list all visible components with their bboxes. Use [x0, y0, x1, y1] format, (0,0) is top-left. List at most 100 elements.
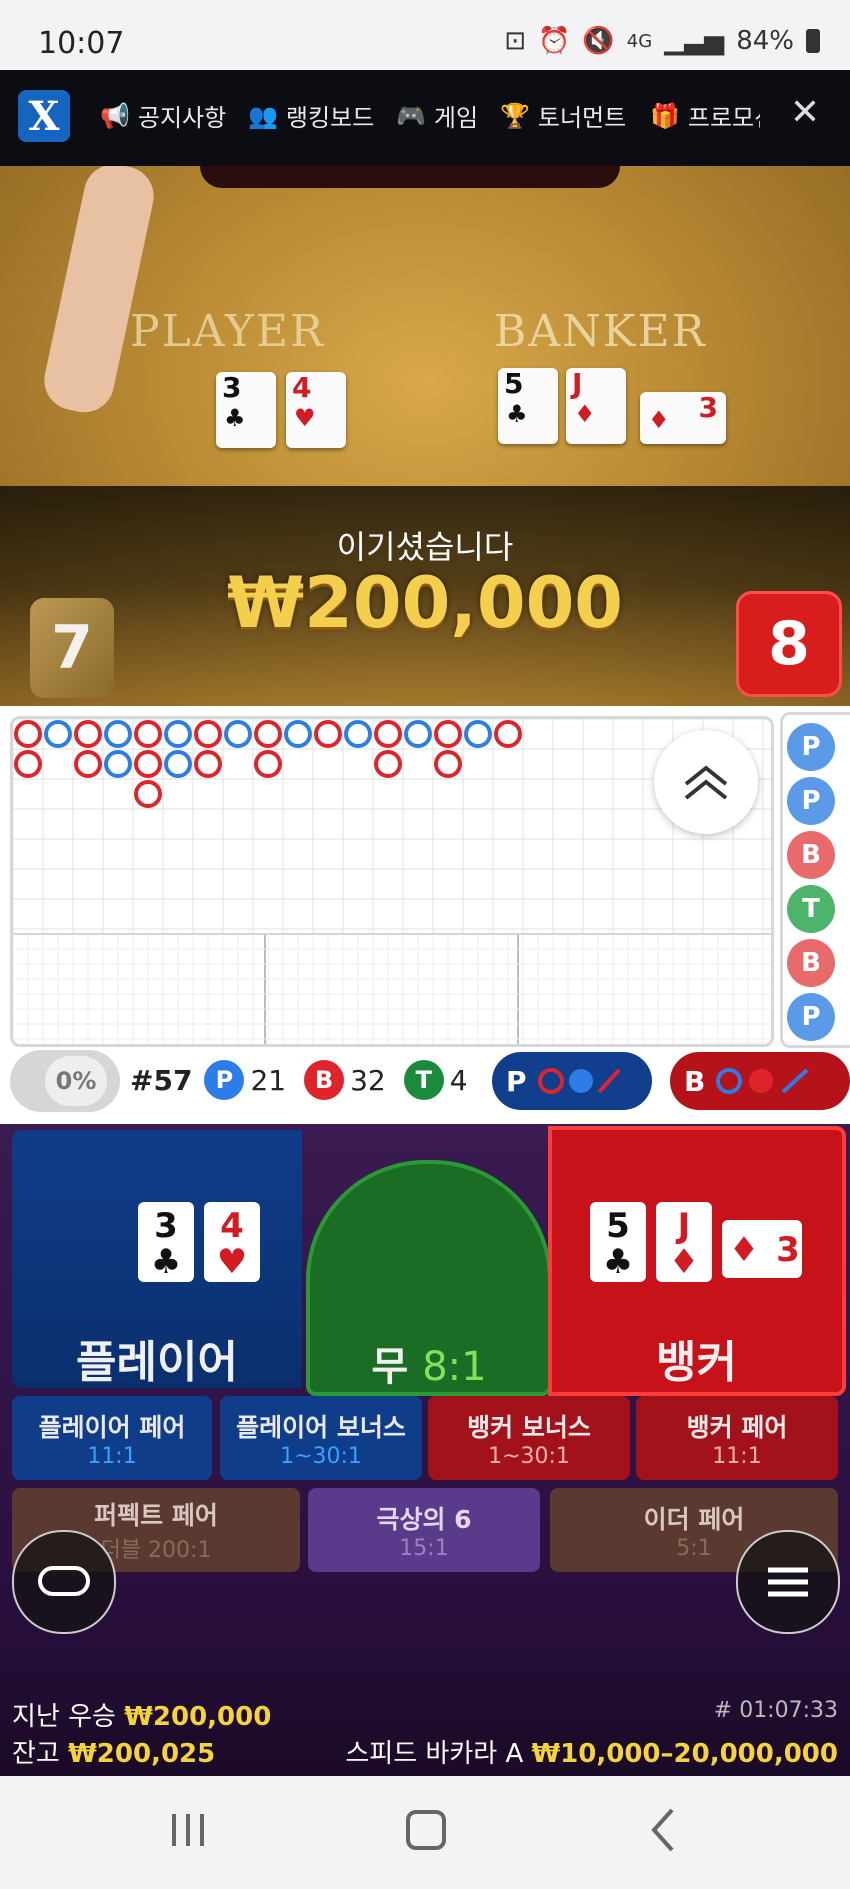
- player-bonus-bet[interactable]: 플레이어 보너스 1~30:1: [220, 1396, 422, 1480]
- app-logo[interactable]: X: [18, 90, 70, 142]
- player-count-badge: P: [204, 1060, 245, 1100]
- player-mark: [104, 720, 132, 748]
- alarm-icon: ⏰: [538, 26, 571, 56]
- player-pair-bet[interactable]: 플레이어 페어 11:1: [12, 1396, 212, 1480]
- player-mark: [284, 720, 312, 748]
- lock-icon: ⊡: [504, 26, 527, 56]
- predict-symbols-icon: [716, 1068, 809, 1094]
- player-bet-area[interactable]: 3 ♣ 4 ♥ 플레이어: [12, 1130, 302, 1388]
- player-mark: [344, 720, 372, 748]
- network-label: 4G: [626, 30, 653, 52]
- player-card-1: 3 ♣: [138, 1202, 194, 1282]
- card-suit: ♦: [648, 406, 670, 434]
- bet-odds: 1~30:1: [280, 1443, 362, 1469]
- banker-card-3: 3 ♦: [722, 1220, 802, 1278]
- nav-notice[interactable]: 📢 공지사항: [100, 98, 226, 133]
- nav-tournament[interactable]: 🏆 토너먼트: [500, 98, 626, 133]
- nav-games[interactable]: 🎮 게임: [396, 98, 478, 133]
- last-win-value: ₩200,000: [124, 1702, 272, 1732]
- banker-card-1: 5 ♣: [590, 1202, 646, 1282]
- nav-promotion[interactable]: 🎁 프로모션: [650, 98, 760, 133]
- banker-mark: [494, 720, 522, 748]
- nav-promotion-label: 프로모션: [687, 104, 760, 132]
- balance: 잔고 ₩200,025: [12, 1733, 215, 1770]
- menu-button[interactable]: [736, 1530, 840, 1634]
- banker-mark: [374, 750, 402, 778]
- last-win: 지난 우승 ₩200,000: [12, 1696, 271, 1733]
- predict-label: B: [684, 1064, 706, 1098]
- nav-notice-label: 공지사항: [137, 104, 227, 132]
- status-time: 10:07: [38, 26, 125, 61]
- balance-value: ₩200,025: [68, 1739, 216, 1769]
- stats-toggle[interactable]: 0%: [10, 1050, 120, 1112]
- banker-mark: [134, 750, 162, 778]
- predict-label: P: [506, 1064, 527, 1098]
- video-banker-card-2: J ♦: [566, 368, 626, 444]
- banker-bet-area[interactable]: 5 ♣ J ♦ 3 ♦ 뱅커: [548, 1126, 846, 1396]
- player-score: 7: [30, 598, 114, 698]
- system-nav-bar: [0, 1776, 850, 1889]
- player-count: 21: [250, 1063, 287, 1097]
- bet-odds: 더블 200:1: [100, 1538, 212, 1563]
- banker-predict-button[interactable]: B: [670, 1052, 850, 1110]
- card-rank: 4: [220, 1206, 244, 1246]
- banker-mark: [374, 720, 402, 748]
- banker-mark: [134, 780, 162, 808]
- banker-bonus-bet[interactable]: 뱅커 보너스 1~30:1: [428, 1396, 630, 1480]
- dealer-hand: [38, 166, 160, 418]
- side-result: P: [787, 777, 835, 825]
- side-results-column: P P B T B P: [780, 712, 850, 1048]
- video-banker-card-3: 3 ♦: [640, 392, 726, 444]
- bet-odds: 11:1: [712, 1443, 762, 1469]
- side-result: P: [787, 993, 835, 1041]
- megaphone-icon: 📢: [100, 101, 130, 130]
- video-banker-card-1: 5 ♣: [498, 368, 558, 444]
- banker-mark: [434, 750, 462, 778]
- mute-icon: 🔇: [582, 26, 615, 56]
- nav-ranking-label: 랭킹보드: [285, 104, 375, 132]
- users-icon: 👥: [248, 101, 278, 130]
- trophy-icon: 🏆: [500, 101, 530, 130]
- tie-bet-area[interactable]: 무 8:1: [306, 1160, 552, 1396]
- bet-label: 플레이어 보너스: [236, 1412, 406, 1442]
- card-suit: ♣: [150, 1242, 182, 1282]
- card-rank: 5: [504, 367, 524, 400]
- card-rank: 3: [154, 1206, 178, 1246]
- nav-ranking[interactable]: 👥 랭킹보드: [248, 98, 374, 133]
- tie-bet-odds: 8:1: [422, 1344, 487, 1390]
- video-player-card-1: 3 ♣: [216, 372, 276, 448]
- bet-label: 뱅커 보너스: [467, 1412, 591, 1442]
- gift-icon: 🎁: [650, 101, 680, 130]
- card-rank: 3: [222, 371, 242, 404]
- banker-mark: [314, 720, 342, 748]
- banker-mark: [134, 720, 162, 748]
- side-result: T: [787, 885, 835, 933]
- super-six-bet[interactable]: 극상의 6 15:1: [308, 1488, 540, 1572]
- bet-odds: 11:1: [87, 1443, 137, 1469]
- tie-bet-label: 무: [371, 1344, 409, 1390]
- banker-mark: [194, 750, 222, 778]
- close-icon[interactable]: ✕: [790, 92, 820, 133]
- banker-pair-bet[interactable]: 뱅커 페어 11:1: [636, 1396, 838, 1480]
- nav-tournament-label: 토너먼트: [537, 104, 627, 132]
- player-bet-label: 플레이어: [76, 1337, 238, 1388]
- video-player-card-2: 4 ♥: [286, 372, 346, 448]
- side-result: B: [787, 831, 835, 879]
- player-mark: [44, 720, 72, 748]
- expand-roads-button[interactable]: [654, 730, 758, 834]
- win-amount: ₩200,000: [226, 562, 624, 644]
- home-icon[interactable]: [404, 1808, 448, 1852]
- banker-mark: [14, 720, 42, 748]
- banker-mark: [194, 720, 222, 748]
- chat-button[interactable]: [12, 1530, 116, 1634]
- player-predict-button[interactable]: P: [492, 1052, 652, 1110]
- signal-icon: ▁▃▅: [664, 26, 725, 56]
- card-suit: ♣: [602, 1242, 634, 1282]
- chevron-up-icon: [684, 765, 728, 800]
- recent-apps-icon[interactable]: [168, 1808, 208, 1852]
- back-icon[interactable]: [646, 1806, 680, 1854]
- bet-label: 플레이어 페어: [38, 1412, 186, 1442]
- nav-games-label: 게임: [433, 104, 479, 132]
- tie-count-badge: T: [403, 1060, 444, 1100]
- card-rank: J: [572, 367, 583, 400]
